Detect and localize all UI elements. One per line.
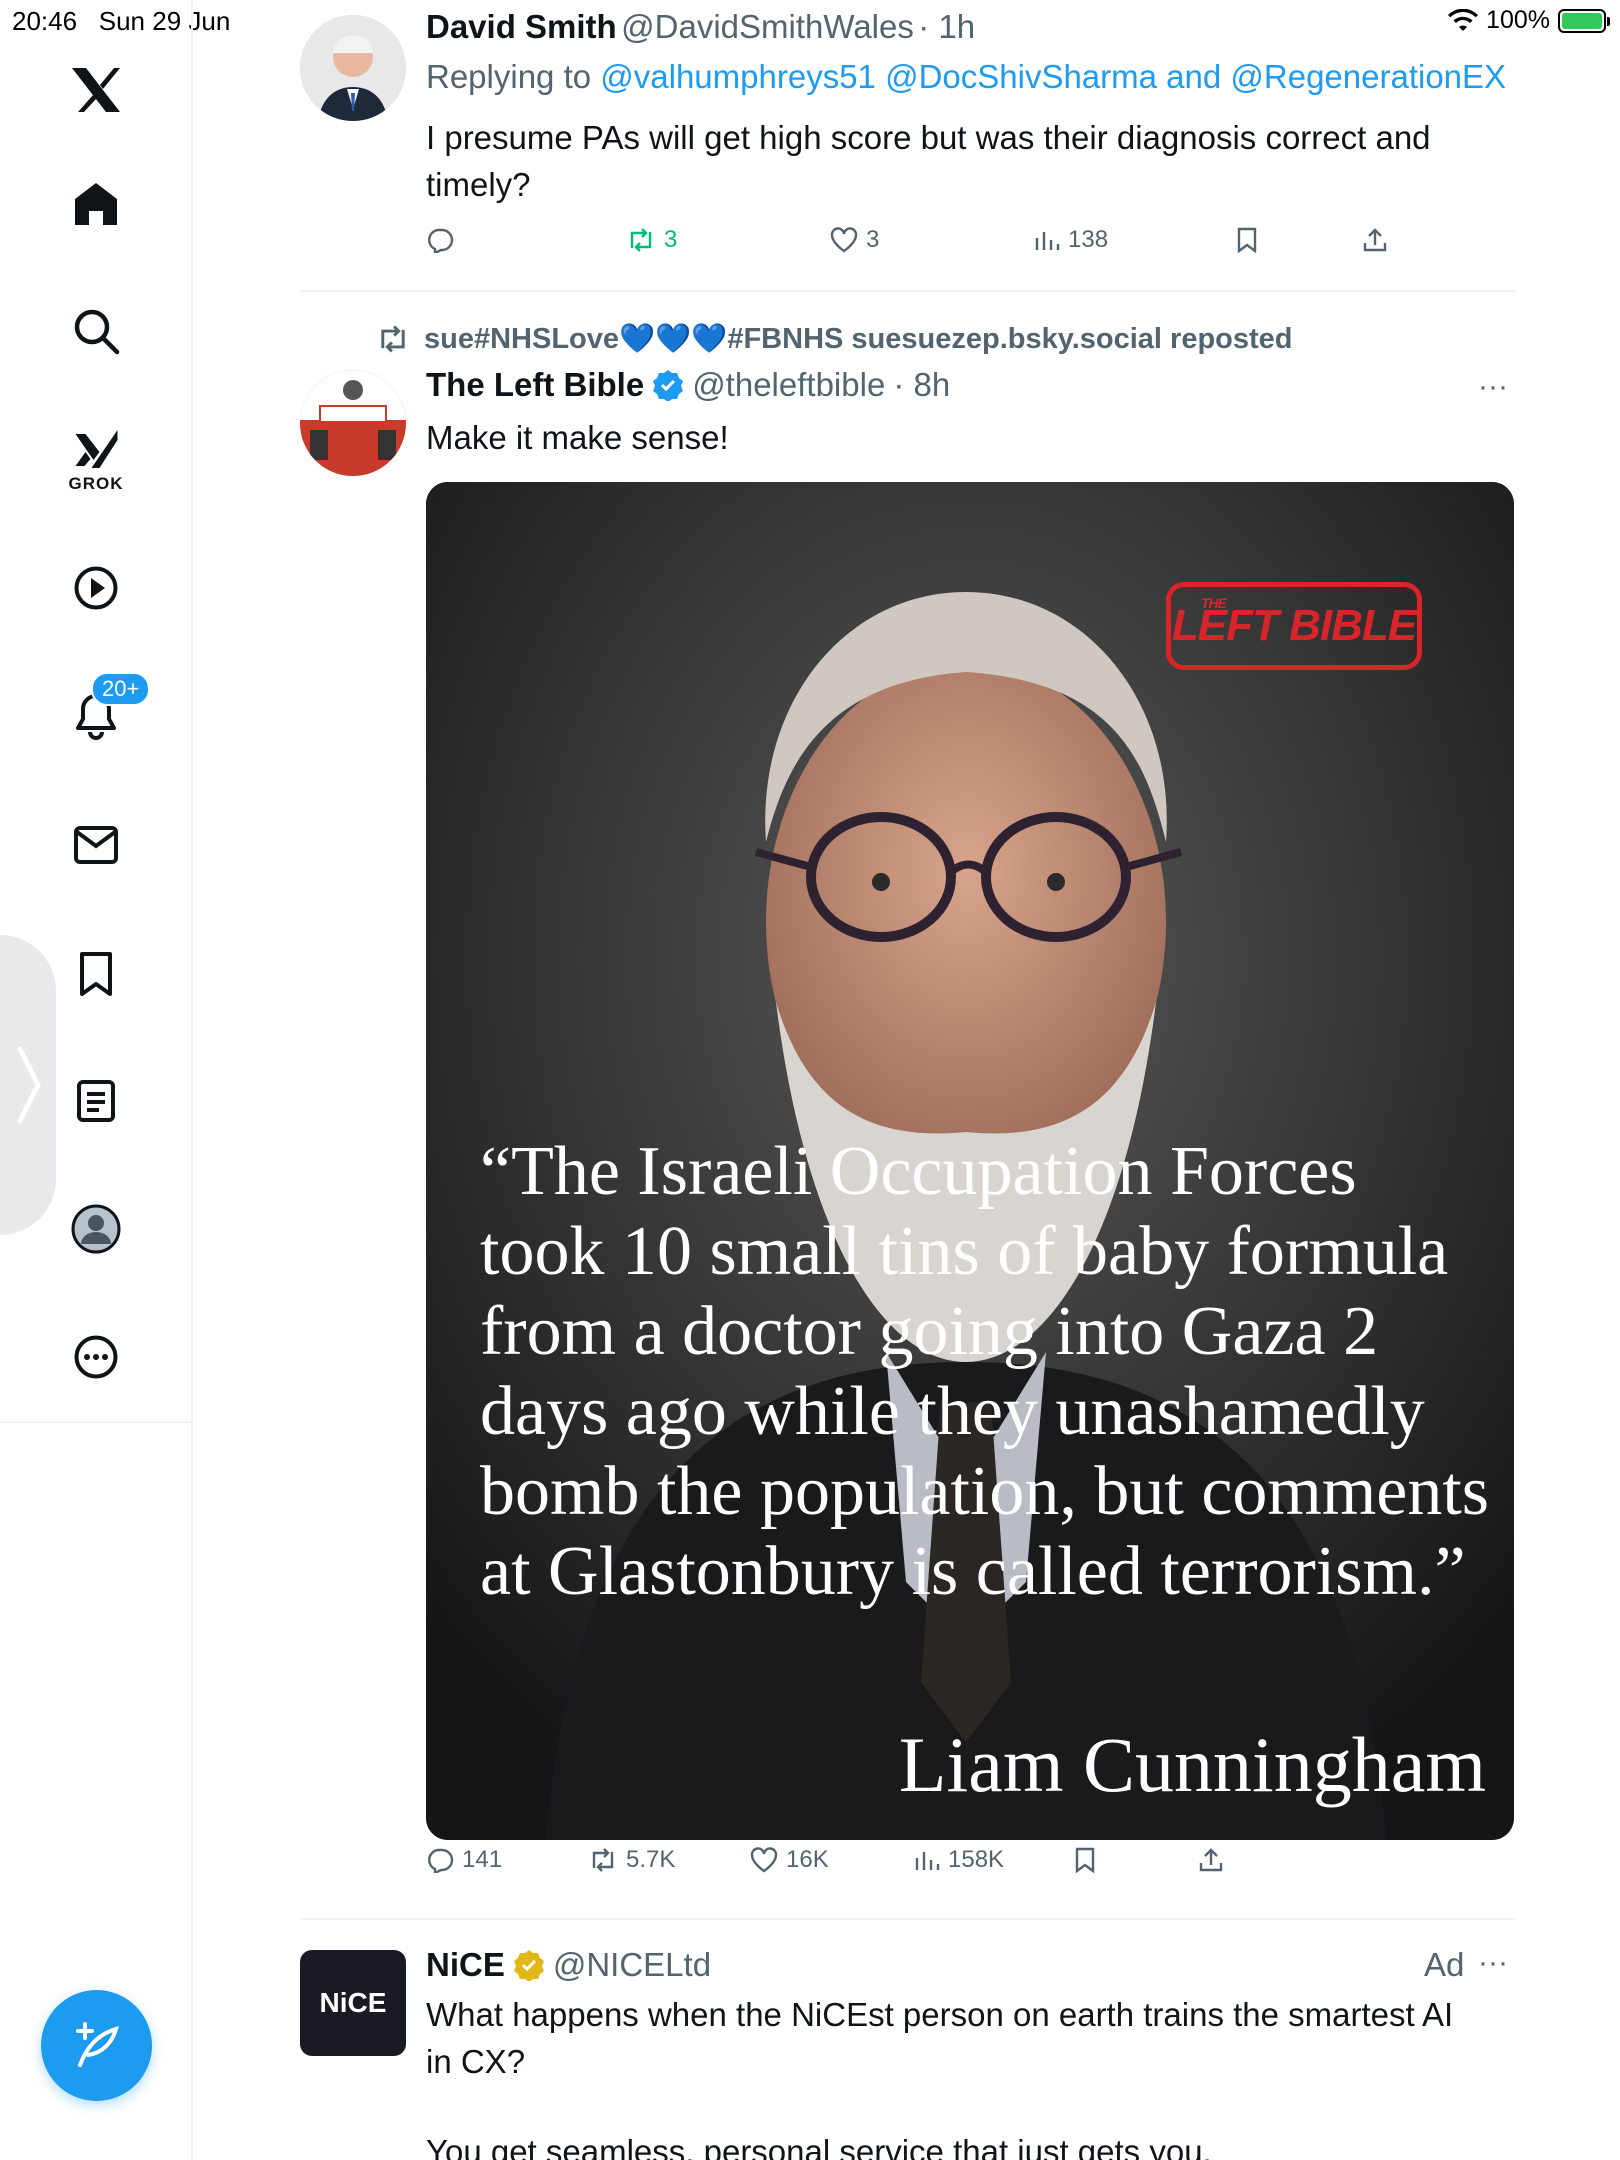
repost-icon: [592, 1848, 614, 1872]
author-handle[interactable]: @theleftbible: [692, 366, 885, 404]
share-button[interactable]: [1198, 1847, 1224, 1873]
tweet-3-text-line-1: What happens when the NiCEst person on e…: [426, 1996, 1454, 2033]
tweet-3-text-line-3: You get seamless, personal service that …: [426, 2133, 1212, 2160]
reply-icon: [428, 1848, 454, 1873]
compose-button[interactable]: [41, 1990, 152, 2101]
repost-icon: [381, 325, 405, 353]
grok-label: GROK: [68, 474, 124, 493]
author-name[interactable]: NiCE: [426, 1946, 505, 1984]
reply-button[interactable]: [426, 227, 462, 253]
tweet-2-actions: 141 5.7K 16K 158K: [426, 1842, 1426, 1878]
home-icon[interactable]: [72, 181, 120, 227]
share-icon: [1363, 228, 1387, 252]
x-logo-icon[interactable]: [70, 66, 122, 114]
verified-badge-icon: [653, 370, 684, 401]
tweet-time: · 8h: [893, 366, 951, 403]
repost-button[interactable]: 5.7K: [588, 1846, 675, 1874]
battery-percent: 100%: [1486, 6, 1550, 34]
bookmark-icon: [1237, 227, 1257, 253]
avatar-nice[interactable]: NiCE: [300, 1950, 406, 2056]
profile-icon[interactable]: [71, 1204, 121, 1254]
image-quote-text: “The Israeli Occupation Forces took 10 s…: [480, 1133, 1490, 1610]
more-options-icon[interactable]: ···: [1478, 370, 1508, 404]
tweet-time: · 1h: [918, 8, 976, 45]
bookmark-button[interactable]: [1236, 227, 1258, 253]
replying-prefix: Replying to: [426, 58, 601, 95]
like-button[interactable]: 16K: [750, 1846, 829, 1874]
mail-icon[interactable]: [73, 825, 119, 865]
heart-icon: [750, 1847, 778, 1873]
views-icon: [915, 1852, 940, 1870]
bell-icon[interactable]: 20+: [73, 672, 151, 740]
compose-feather-icon: [75, 2021, 119, 2067]
play-icon[interactable]: [73, 565, 119, 611]
search-icon[interactable]: [72, 307, 120, 355]
tweet-1-text-line-1: I presume PAs will get high score but wa…: [426, 119, 1431, 156]
left-bible-watermark: THE LEFT BIBLE: [1166, 582, 1422, 670]
image-quote-author: Liam Cunningham: [898, 1721, 1486, 1808]
battery-icon: [1558, 8, 1610, 33]
like-button[interactable]: 3: [830, 226, 879, 254]
verified-gold-badge-icon: [513, 1950, 544, 1981]
avatar-david-smith[interactable]: [300, 15, 406, 121]
bookmark-button[interactable]: [1074, 1847, 1096, 1873]
bookmark-icon[interactable]: [76, 951, 116, 997]
tweet-divider: [300, 1918, 1515, 1920]
repost-context: sue#NHSLove💙💙💙#FBNHS suesuezep.bsky.soci…: [376, 322, 1293, 356]
tweet-1-actions: 3 3 138: [426, 224, 1426, 256]
reposted-by-text[interactable]: sue#NHSLove💙💙💙#FBNHS suesuezep.bsky.soci…: [424, 322, 1293, 356]
bookmark-icon: [1075, 1847, 1095, 1873]
ad-label: Ad: [1424, 1946, 1465, 1983]
author-name[interactable]: The Left Bible: [426, 366, 644, 404]
more-icon[interactable]: [73, 1334, 119, 1380]
reply-icon: [428, 228, 454, 253]
share-icon: [1199, 1848, 1223, 1872]
tweet-1-header: David Smith @DavidSmithWales · 1h: [426, 8, 975, 46]
views-button[interactable]: 158K: [914, 1846, 1004, 1874]
sidebar-divider: [0, 1421, 193, 1423]
heart-icon: [830, 227, 858, 253]
author-handle[interactable]: @DavidSmithWales: [621, 8, 914, 45]
wifi-icon: [1448, 8, 1479, 31]
grok-icon[interactable]: GROK: [69, 426, 124, 494]
avatar-the-left-bible[interactable]: [300, 370, 406, 476]
tweet-2-header: The Left Bible @theleftbible · 8h: [426, 366, 950, 404]
notification-badge: 20+: [91, 672, 151, 706]
tweet-divider: [300, 290, 1515, 292]
repost-icon: [630, 228, 652, 252]
tweet-image[interactable]: THE LEFT BIBLE “The Israeli Occupation F…: [426, 482, 1514, 1840]
list-icon[interactable]: [76, 1079, 116, 1123]
repost-button[interactable]: 3: [626, 226, 677, 254]
replying-to: Replying to @valhumphreys51 @DocShivShar…: [426, 58, 1506, 96]
author-handle[interactable]: @NICELtd: [553, 1946, 711, 1984]
more-options-icon[interactable]: ···: [1478, 1946, 1508, 1980]
share-button[interactable]: [1362, 227, 1388, 253]
chevron-right-icon: [17, 1046, 41, 1124]
status-indicators: 100%: [1448, 6, 1610, 35]
views-button[interactable]: 138: [1034, 226, 1108, 254]
author-name[interactable]: David Smith: [426, 8, 617, 45]
tweet-3-header: NiCE @NICELtd: [426, 1946, 711, 1984]
drawer-handle[interactable]: [0, 935, 56, 1235]
views-icon: [1035, 232, 1060, 250]
reply-button[interactable]: 141: [426, 1846, 502, 1874]
tweet-2-text: Make it make sense!: [426, 419, 729, 456]
tweet-3-text-line-2: in CX?: [426, 2043, 526, 2080]
tweet-1-text-line-2: timely?: [426, 166, 531, 203]
replying-to-handles[interactable]: @valhumphreys51 @DocShivSharma and @Rege…: [600, 58, 1506, 95]
